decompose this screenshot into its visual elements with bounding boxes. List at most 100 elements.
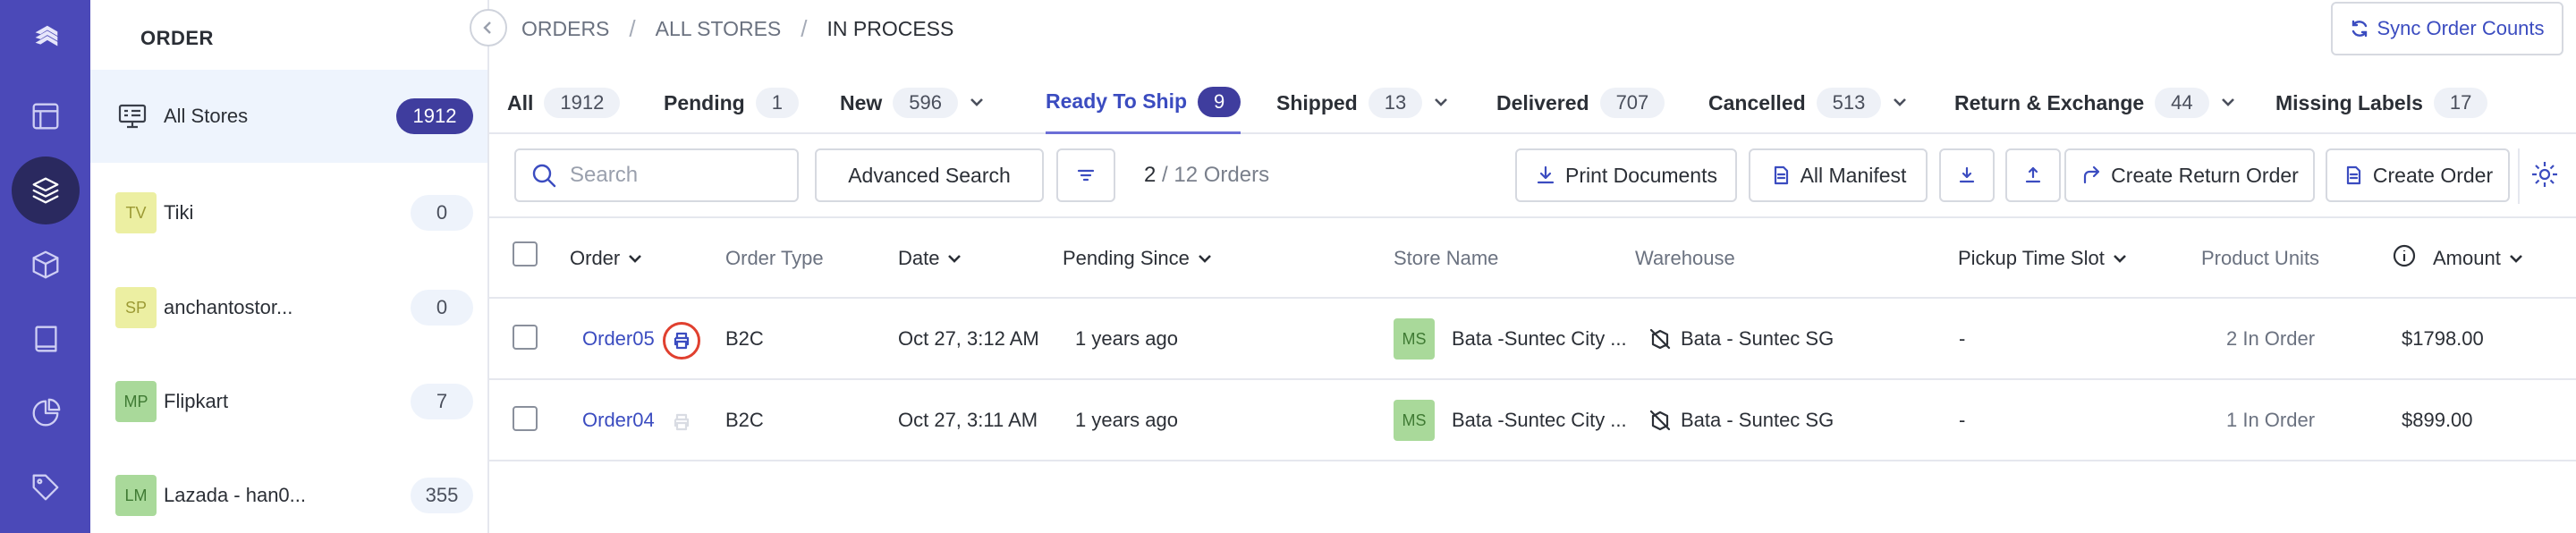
store-avatar: MS <box>1394 400 1435 441</box>
chevron-down-icon[interactable] <box>1892 91 1908 115</box>
tag-icon[interactable] <box>22 464 69 511</box>
store-name: Tiki <box>164 201 194 224</box>
order-amount: $1798.00 <box>2402 327 2484 350</box>
tab-cancelled[interactable]: Cancelled 513 <box>1708 72 1908 134</box>
store-item-tiki[interactable]: TV Tiki 0 <box>90 166 487 259</box>
button-label: Create Return Order <box>2111 163 2299 187</box>
button-label: All Manifest <box>1800 163 1907 187</box>
document-icon <box>2346 165 2360 185</box>
search-input[interactable] <box>570 163 767 188</box>
tab-delivered[interactable]: Delivered 707 <box>1496 72 1665 134</box>
chevron-down-icon[interactable] <box>1433 91 1449 115</box>
chevron-left-icon <box>483 21 491 34</box>
store-item-anchantostore[interactable]: SP anchantostor... 0 <box>90 261 487 354</box>
upload-button[interactable] <box>2005 148 2061 202</box>
button-label: Advanced Search <box>848 163 1011 187</box>
breadcrumb-separator: / <box>629 14 636 42</box>
col-pending-since[interactable]: Pending Since <box>1063 218 1213 299</box>
order-type: B2C <box>725 409 764 431</box>
table-row[interactable]: Order04 B2C Oct 27, 3:11 AM 1 years ago … <box>489 380 2576 461</box>
store-avatar: MS <box>1394 318 1435 360</box>
book-icon[interactable] <box>22 316 69 362</box>
col-order[interactable]: Order <box>570 218 643 299</box>
tab-count: 1912 <box>544 88 621 118</box>
order-id-link[interactable]: Order05 <box>582 299 655 379</box>
store-count-badge: 0 <box>411 195 473 231</box>
tab-count: 44 <box>2155 88 2209 118</box>
layers-icon[interactable] <box>12 157 80 224</box>
button-label: Create Order <box>2372 163 2494 187</box>
selected-order-count: 2 / 12 Orders <box>1144 163 1269 188</box>
store-name: All Stores <box>164 105 249 127</box>
column-label: Pending Since <box>1063 247 1190 269</box>
row-checkbox[interactable] <box>513 325 538 350</box>
store-avatar: SP <box>115 287 157 328</box>
selected-count: 2 <box>1144 163 1157 187</box>
box-icon[interactable] <box>22 241 69 288</box>
pickup-slot: - <box>1959 327 1966 350</box>
store-name: Bata -Suntec City ... <box>1452 327 1627 350</box>
printer-icon[interactable] <box>663 403 700 441</box>
select-all-checkbox[interactable] <box>513 241 538 266</box>
table-row[interactable]: Order05 B2C Oct 27, 3:12 AM 1 years ago … <box>489 299 2576 380</box>
create-return-order-button[interactable]: Create Return Order <box>2064 148 2315 202</box>
store-item-flipkart[interactable]: MP Flipkart 7 <box>90 355 487 448</box>
tab-new[interactable]: New 596 <box>840 72 985 134</box>
create-order-button[interactable]: Create Order <box>2326 148 2510 202</box>
pie-chart-icon[interactable] <box>22 390 69 436</box>
advanced-search-button[interactable]: Advanced Search <box>815 148 1044 202</box>
printer-icon[interactable] <box>663 322 700 360</box>
tab-label: Cancelled <box>1708 90 1806 114</box>
logo-icon[interactable] <box>22 14 69 61</box>
store-avatar: LM <box>115 475 157 516</box>
column-label: Warehouse <box>1635 247 1735 269</box>
no-location-icon <box>1648 327 1672 351</box>
order-date: Oct 27, 3:11 AM <box>898 409 1038 431</box>
store-count-badge: 1912 <box>396 98 473 134</box>
all-manifest-button[interactable]: All Manifest <box>1749 148 1928 202</box>
gear-icon[interactable] <box>2529 159 2560 190</box>
col-pickup-time-slot[interactable]: Pickup Time Slot <box>1958 218 2128 299</box>
col-date[interactable]: Date <box>898 218 962 299</box>
tab-count: 596 <box>893 88 959 118</box>
tab-all[interactable]: All 1912 <box>507 72 621 134</box>
tab-return-exchange[interactable]: Return & Exchange 44 <box>1954 72 2236 134</box>
breadcrumb-all-stores[interactable]: ALL STORES <box>656 17 782 41</box>
tab-shipped[interactable]: Shipped 13 <box>1276 72 1449 134</box>
tab-count: 707 <box>1599 88 1665 118</box>
breadcrumb: ORDERS / ALL STORES / IN PROCESS <box>521 14 953 42</box>
print-documents-button[interactable]: Print Documents <box>1515 148 1737 202</box>
toolbar: Advanced Search 2 / 12 Orders Print Docu… <box>489 134 2576 218</box>
store-item-lazada[interactable]: LM Lazada - han0... 355 <box>90 449 487 533</box>
tab-count: 17 <box>2433 88 2488 118</box>
layout-icon[interactable] <box>22 93 69 140</box>
button-label: Print Documents <box>1564 163 1717 187</box>
tab-ready-to-ship[interactable]: Ready To Ship 9 <box>1046 72 1241 134</box>
store-item-all[interactable]: All Stores 1912 <box>90 70 487 163</box>
chevron-down-icon[interactable] <box>2220 91 2236 115</box>
sync-order-counts-button[interactable]: Sync Order Counts <box>2331 2 2563 55</box>
download-button[interactable] <box>1939 148 1995 202</box>
warehouse-cell: Bata - Suntec SG <box>1648 380 1834 461</box>
tab-pending[interactable]: Pending 1 <box>664 72 799 134</box>
column-label: Pickup Time Slot <box>1958 247 2105 269</box>
col-product-units: Product Units <box>2201 218 2319 299</box>
breadcrumb-orders[interactable]: ORDERS <box>521 17 609 41</box>
search-box[interactable] <box>514 148 799 202</box>
chevron-down-icon <box>629 255 642 263</box>
tab-label: Shipped <box>1276 90 1358 114</box>
order-id-link[interactable]: Order04 <box>582 380 655 461</box>
filter-icon <box>1077 169 1095 182</box>
tab-label: Ready To Ship <box>1046 89 1188 113</box>
tab-label: Delivered <box>1496 90 1589 114</box>
info-icon[interactable] <box>2392 243 2417 274</box>
collapse-panel-button[interactable] <box>470 9 507 47</box>
tab-label: All <box>507 90 534 114</box>
tab-missing-labels[interactable]: Missing Labels 17 <box>2275 72 2488 134</box>
chevron-down-icon[interactable] <box>969 91 985 115</box>
col-amount[interactable]: Amount <box>2392 218 2524 299</box>
row-checkbox[interactable] <box>513 406 538 431</box>
nav-rail <box>0 0 90 533</box>
filter-button[interactable] <box>1056 148 1115 202</box>
column-label: Date <box>898 247 940 269</box>
